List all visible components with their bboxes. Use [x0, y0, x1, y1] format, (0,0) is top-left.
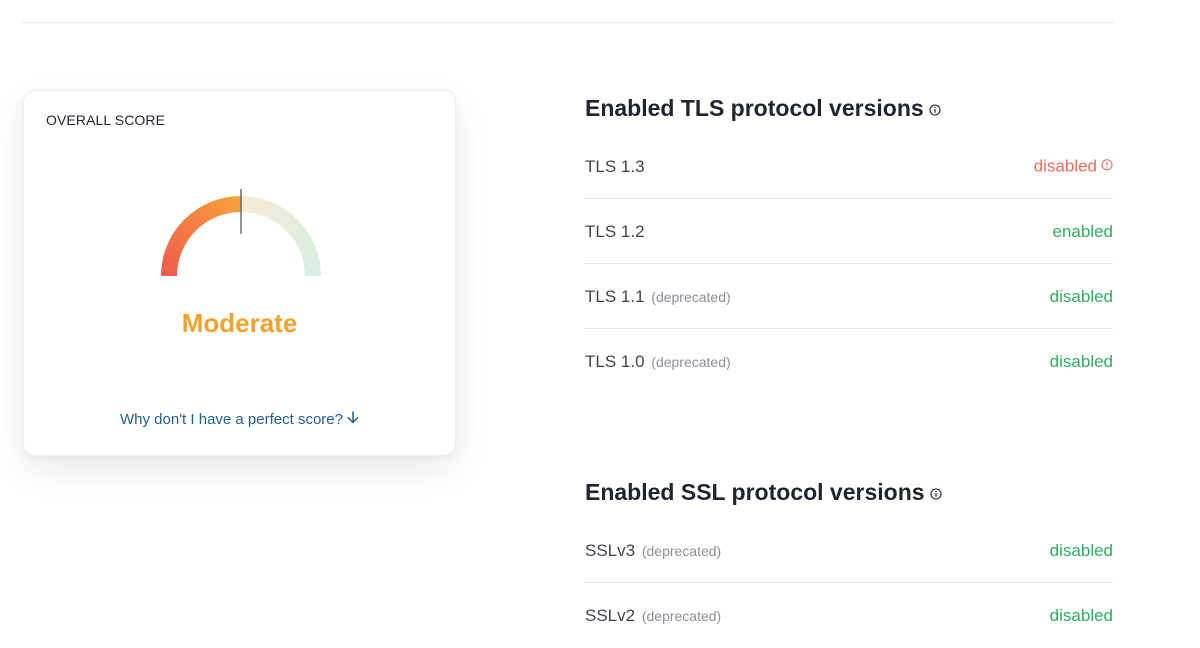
protocol-name: TLS 1.3	[585, 157, 645, 177]
protocol-row-tls10: TLS 1.0 (deprecated) disabled	[585, 329, 1113, 394]
protocol-name: SSLv2 (deprecated)	[585, 606, 721, 626]
top-divider	[22, 22, 1114, 23]
protocol-row-tls12: TLS 1.2 enabled	[585, 199, 1113, 264]
protocol-row-sslv2: SSLv2 (deprecated) disabled	[585, 583, 1113, 648]
overall-score-card: OVERALL SCORE Moderate Why don't I have …	[23, 90, 456, 456]
status-label: disabled	[1033, 156, 1097, 176]
protocol-name: SSLv3 (deprecated)	[585, 541, 721, 561]
tls-section-title-text: Enabled TLS protocol versions	[585, 95, 924, 121]
ssl-section-title-text: Enabled SSL protocol versions	[585, 479, 925, 505]
status-enabled: enabled	[1052, 221, 1113, 241]
perfect-score-link-label: Why don't I have a perfect score?	[120, 411, 343, 428]
info-icon[interactable]	[1101, 156, 1113, 176]
info-icon[interactable]	[929, 95, 941, 122]
protocol-label: TLS 1.2	[585, 221, 645, 241]
status-disabled: disabled	[1049, 351, 1113, 371]
protocol-row-tls13: TLS 1.3 disabled	[585, 134, 1113, 199]
perfect-score-link[interactable]: Why don't I have a perfect score?	[24, 411, 455, 428]
card-label: OVERALL SCORE	[46, 112, 166, 128]
protocol-name: TLS 1.1 (deprecated)	[585, 287, 731, 307]
gauge-track	[241, 196, 321, 276]
protocol-label: TLS 1.3	[585, 156, 645, 176]
protocol-label: TLS 1.1	[585, 286, 645, 306]
status-disabled: disabled	[1034, 156, 1113, 177]
protocol-label: SSLv2	[585, 605, 636, 625]
score-gauge	[161, 189, 321, 276]
ssl-section-title: Enabled SSL protocol versions	[585, 479, 942, 507]
status-disabled: disabled	[1049, 286, 1113, 306]
info-icon[interactable]	[929, 479, 942, 506]
deprecated-note: (deprecated)	[641, 607, 722, 624]
score-value: Moderate	[181, 308, 298, 338]
protocol-row-sslv3: SSLv3 (deprecated) disabled	[585, 518, 1113, 583]
tls-section-title: Enabled TLS protocol versions	[585, 95, 941, 123]
status-disabled: disabled	[1049, 605, 1113, 625]
status-disabled: disabled	[1049, 540, 1113, 560]
deprecated-note: (deprecated)	[651, 353, 731, 370]
protocol-name: TLS 1.0 (deprecated)	[585, 352, 731, 372]
protocol-name: TLS 1.2	[585, 222, 645, 242]
protocol-row-tls11: TLS 1.1 (deprecated) disabled	[585, 264, 1113, 329]
protocol-label: TLS 1.0	[585, 351, 645, 371]
deprecated-note: (deprecated)	[651, 288, 731, 305]
protocol-label: SSLv3	[585, 540, 636, 560]
deprecated-note: (deprecated)	[641, 542, 722, 559]
arrow-down-icon	[347, 411, 359, 428]
gauge-fill	[161, 196, 241, 276]
